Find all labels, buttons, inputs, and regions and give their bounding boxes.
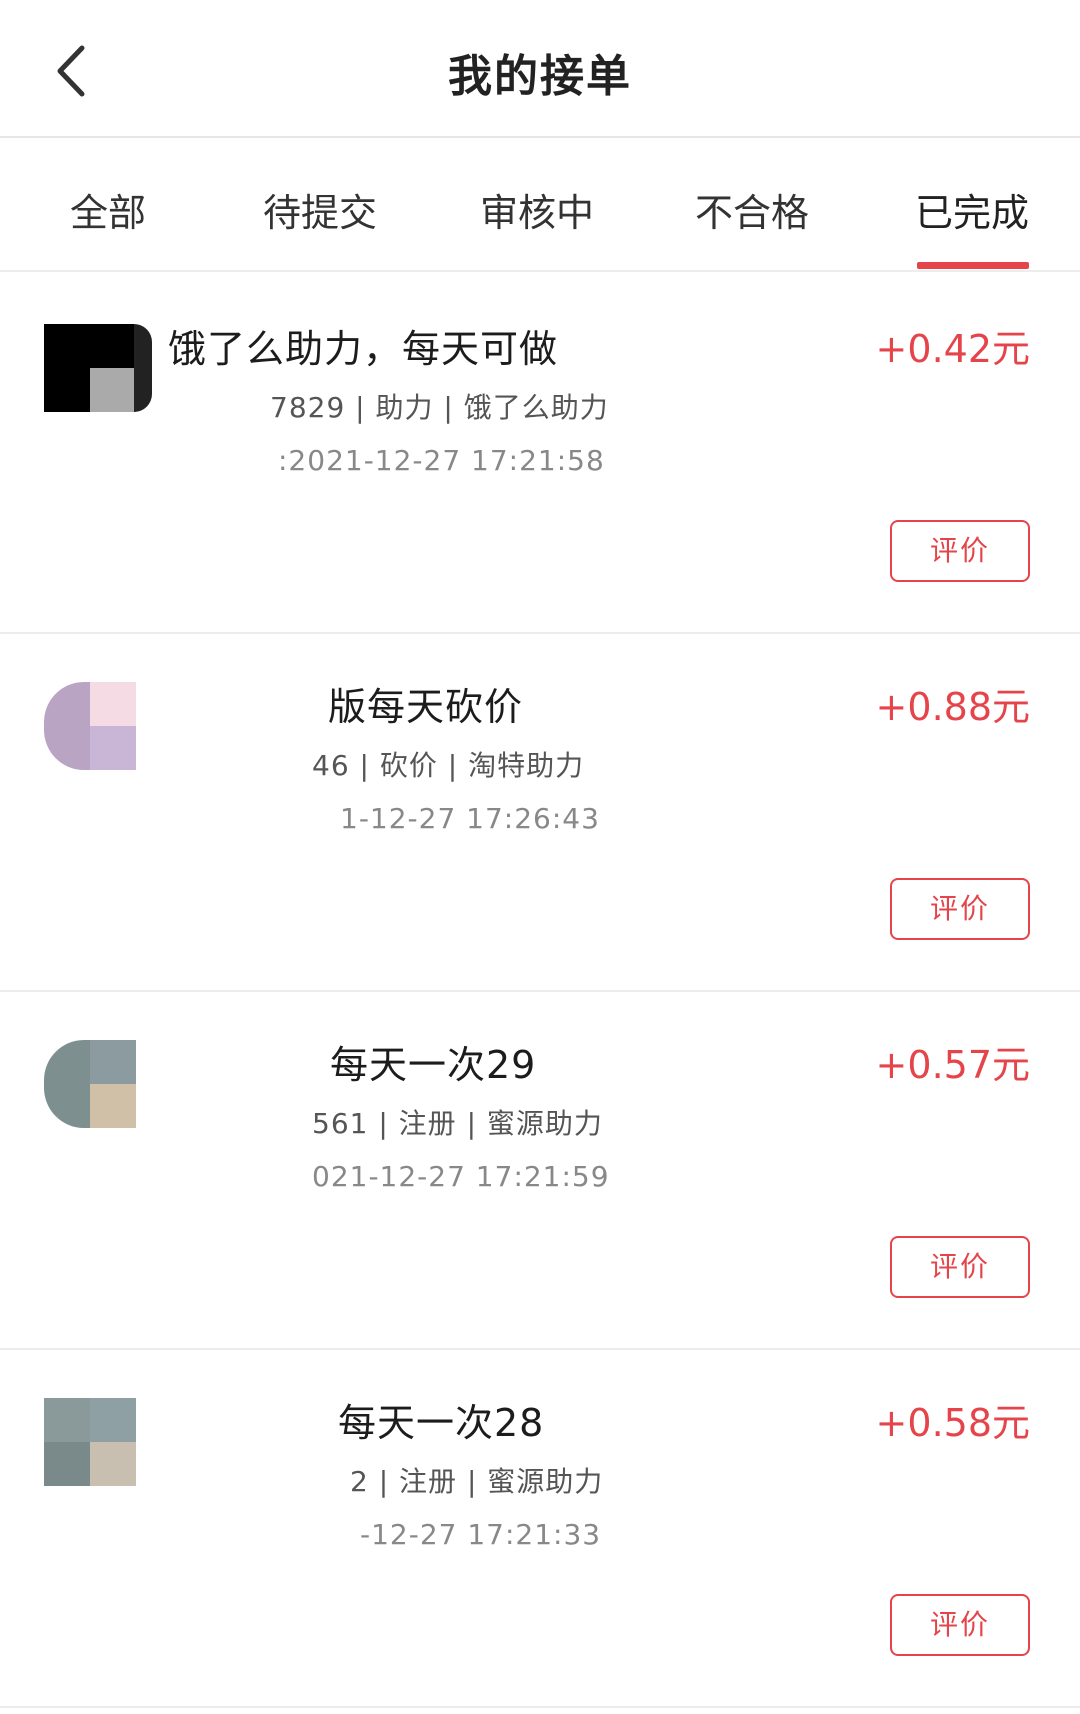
task-thumbnail (44, 324, 152, 412)
reward-amount: +0.42元 (875, 327, 1030, 371)
order-title: 每天一次29 (330, 1043, 537, 1087)
order-card[interactable]: 每天一次29 561 | 注册 | 蜜源助力 021-12-27 17:21:5… (0, 990, 1080, 1350)
review-time: :2021-12-27 17:21:58 (278, 444, 605, 477)
reward-amount: +0.58元 (875, 1401, 1030, 1445)
order-meta: 561 | 注册 | 蜜源助力 (312, 1107, 603, 1140)
review-time: 1-12-27 17:26:43 (340, 802, 600, 835)
review-time: 021-12-27 17:21:59 (312, 1160, 610, 1193)
task-thumbnail (44, 1398, 152, 1486)
review-button[interactable]: 评价 (890, 1594, 1030, 1656)
tab-pending-submit[interactable]: 待提交 (220, 182, 420, 237)
app-header: 我的接单 (0, 0, 1080, 138)
order-title: 每天一次28 (338, 1401, 545, 1445)
order-card[interactable]: 饿了么助力，每天可做 7829 | 助力 | 饿了么助力 :2021-12-27… (0, 274, 1080, 634)
task-thumbnail (44, 1040, 152, 1128)
tab-under-review[interactable]: 审核中 (437, 182, 637, 237)
order-card[interactable]: 版每天砍价 46 | 砍价 | 淘特助力 1-12-27 17:26:43 +0… (0, 632, 1080, 992)
status-tabs: 全部 待提交 审核中 不合格 已完成 (0, 138, 1080, 272)
active-tab-indicator (917, 262, 1029, 269)
order-title: 版每天砍价 (328, 685, 524, 729)
reward-amount: +0.57元 (875, 1043, 1030, 1087)
page-title: 我的接单 (448, 51, 632, 102)
review-button[interactable]: 评价 (890, 878, 1030, 940)
review-button[interactable]: 评价 (890, 520, 1030, 582)
tab-rejected[interactable]: 不合格 (652, 182, 852, 237)
review-time: -12-27 17:21:33 (360, 1518, 602, 1551)
order-title: 饿了么助力，每天可做 (168, 327, 559, 371)
tab-completed[interactable]: 已完成 (872, 182, 1072, 237)
order-meta: 2 | 注册 | 蜜源助力 (350, 1465, 604, 1498)
order-meta: 7829 | 助力 | 饿了么助力 (270, 391, 609, 424)
order-meta: 46 | 砍价 | 淘特助力 (312, 749, 585, 782)
tab-all[interactable]: 全部 (8, 182, 208, 237)
reward-amount: +0.88元 (875, 685, 1030, 729)
task-thumbnail (44, 682, 152, 770)
order-card[interactable]: 每天一次28 2 | 注册 | 蜜源助力 -12-27 17:21:33 +0.… (0, 1348, 1080, 1708)
review-button[interactable]: 评价 (890, 1236, 1030, 1298)
